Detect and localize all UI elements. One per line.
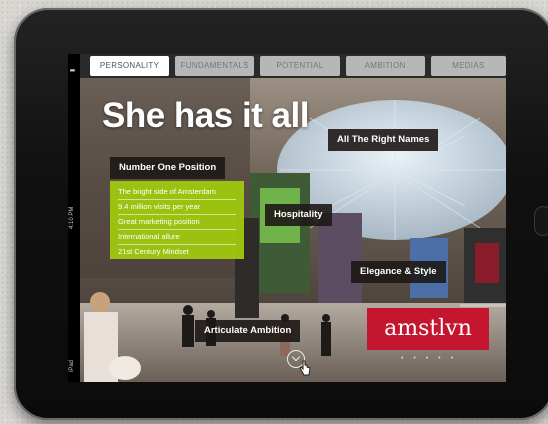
label-hospitality[interactable]: Hospitality <box>265 204 332 226</box>
info-line: Great marketing position <box>118 215 236 230</box>
tab-ambition[interactable]: AMBITION <box>345 56 425 76</box>
battery-icon: ▮ <box>70 68 76 72</box>
number-one-info-panel: The bright side of Amsterdam 9.4 million… <box>110 181 244 259</box>
tab-fundamentals[interactable]: FUNDAMENTALS <box>175 56 255 76</box>
tab-potential[interactable]: POTENTIAL <box>260 56 340 76</box>
headline: She has it all <box>102 96 309 135</box>
label-articulate-ambition[interactable]: Articulate Ambition <box>195 320 301 342</box>
amstelveen-logo: amstlvn <box>367 308 489 350</box>
tab-bar: PERSONALITY FUNDAMENTALS POTENTIAL AMBIT… <box>80 56 506 78</box>
tab-medias[interactable]: MEDIAS <box>430 56 506 76</box>
info-line: International allure <box>118 230 236 245</box>
ipad-screen: iPad 4:10 PM ▮ PERSONALITY FUNDAMENTALS … <box>68 54 506 382</box>
status-bar: iPad 4:10 PM ▮ <box>68 54 80 382</box>
hand-cursor-icon <box>299 360 311 376</box>
label-number-one-position[interactable]: Number One Position <box>110 157 226 179</box>
info-line: 9.4 million visits per year <box>118 200 236 215</box>
info-line: The bright side of Amsterdam <box>118 185 236 200</box>
home-button[interactable] <box>534 206 548 236</box>
pagination-dots[interactable]: • • • • • <box>401 355 457 362</box>
status-time: 4:10 PM <box>69 206 75 229</box>
status-carrier: iPad <box>69 359 75 372</box>
app-scene: PERSONALITY FUNDAMENTALS POTENTIAL AMBIT… <box>80 54 506 382</box>
label-all-the-right-names[interactable]: All The Right Names <box>328 129 439 151</box>
label-elegance-style[interactable]: Elegance & Style <box>351 261 446 283</box>
tab-personality[interactable]: PERSONALITY <box>90 56 170 76</box>
info-line: 21st Century Mindset <box>118 247 189 256</box>
